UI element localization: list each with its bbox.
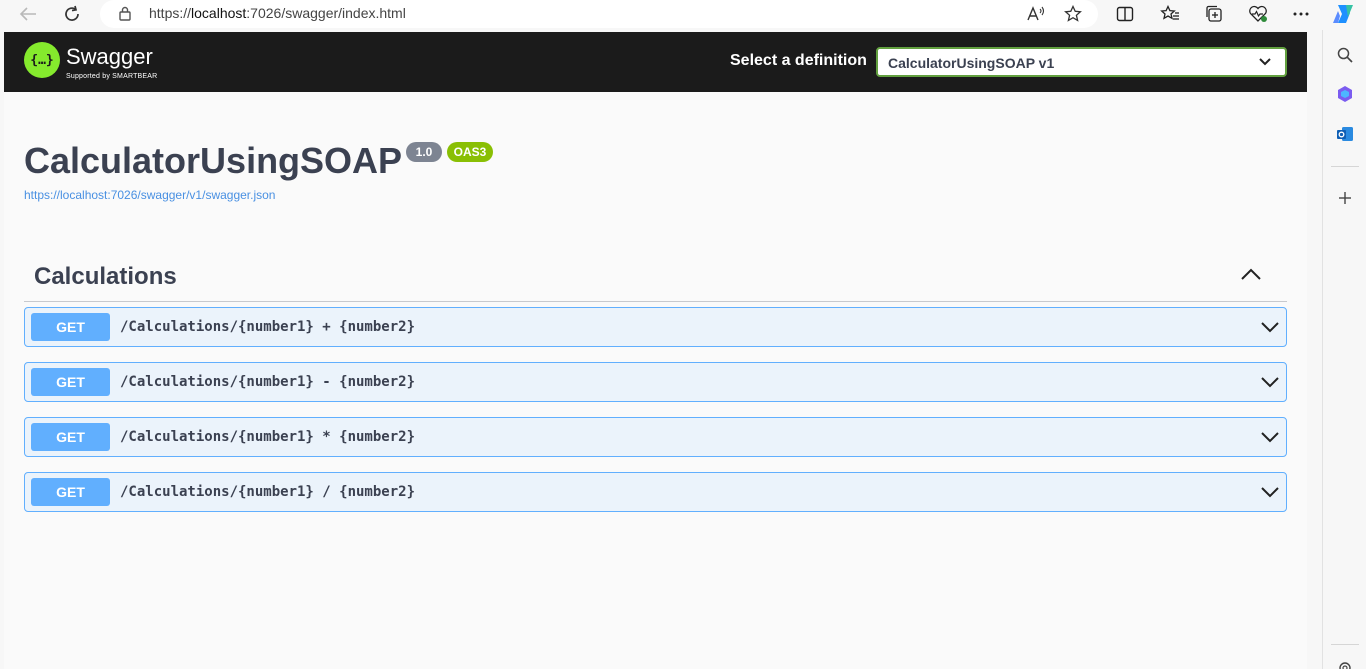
version-badge: 1.0 [406,142,442,162]
operation-path: /Calculations/{number1} - {number2} [120,374,416,390]
operation-path: /Calculations/{number1} + {number2} [120,319,416,335]
operation-path: /Calculations/{number1} * {number2} [120,429,416,445]
swagger-logo-subtext: Supported by SMARTBEAR [66,73,158,80]
operation-path: /Calculations/{number1} / {number2} [120,484,416,500]
back-button[interactable] [16,3,40,25]
select-definition-label: Select a definition [730,52,867,69]
sidebar-separator [1331,644,1359,645]
add-icon[interactable] [1333,186,1357,210]
swagger-page: {…} Swagger Supported by SMARTBEAR Selec… [4,32,1307,669]
split-screen-icon[interactable] [1112,2,1138,26]
refresh-icon [65,5,79,21]
method-badge: GET [31,478,110,506]
browser-toolbar: https://localhost:7026/swagger/index.htm… [0,0,1366,30]
refresh-button[interactable] [60,3,84,25]
swagger-json-link[interactable]: https://localhost:7026/swagger/v1/swagge… [24,188,275,202]
swagger-logo-text[interactable]: Swagger [66,44,153,70]
chevron-down-icon[interactable] [1261,431,1279,443]
url-text: https://localhost:7026/swagger/index.htm… [149,5,406,21]
tag-name: Calculations [34,263,177,290]
copilot-icon[interactable] [1330,2,1356,26]
method-badge: GET [31,368,110,396]
favorite-star-icon[interactable] [1062,3,1084,25]
edge-sidebar [1322,30,1366,669]
swagger-topbar: {…} Swagger Supported by SMARTBEAR Selec… [4,32,1307,92]
operation-add[interactable]: GET /Calculations/{number1} + {number2} [24,307,1287,347]
chevron-down-icon[interactable] [1261,486,1279,498]
url-rest: :7026/swagger/index.html [246,5,406,21]
back-arrow-icon [19,7,36,21]
chevron-down-icon [1259,58,1271,66]
favorites-icon[interactable] [1157,2,1183,26]
operation-multiply[interactable]: GET /Calculations/{number1} * {number2} [24,417,1287,457]
method-badge: GET [31,423,110,451]
browser-essentials-icon[interactable] [1245,2,1271,26]
url-host: localhost [191,5,247,21]
url-prefix: https:// [149,5,192,21]
oas-badge: OAS3 [447,142,493,162]
chevron-down-icon[interactable] [1261,376,1279,388]
tag-header[interactable]: Calculations [24,252,1287,302]
chevron-down-icon[interactable] [1261,321,1279,333]
lock-icon [119,6,131,21]
operation-divide[interactable]: GET /Calculations/{number1} / {number2} [24,472,1287,512]
swagger-logo-icon[interactable]: {…} [24,42,60,78]
outlook-icon[interactable] [1333,122,1357,146]
collections-icon[interactable] [1201,2,1227,26]
more-menu-icon[interactable] [1288,2,1314,26]
definition-select[interactable]: CalculatorUsingSOAP v1 [876,47,1287,77]
method-badge: GET [31,313,110,341]
chevron-up-icon[interactable] [1240,267,1262,281]
definition-select-value: CalculatorUsingSOAP v1 [888,55,1055,71]
operation-subtract[interactable]: GET /Calculations/{number1} - {number2} [24,362,1287,402]
read-aloud-icon[interactable] [1025,3,1047,25]
address-bar[interactable]: https://localhost:7026/swagger/index.htm… [100,0,1098,28]
copilot-sidebar-icon[interactable] [1333,82,1357,106]
settings-gear-icon[interactable] [1333,656,1357,669]
api-title: CalculatorUsingSOAP [24,140,403,181]
search-icon[interactable] [1333,43,1357,67]
sidebar-separator [1331,166,1359,167]
